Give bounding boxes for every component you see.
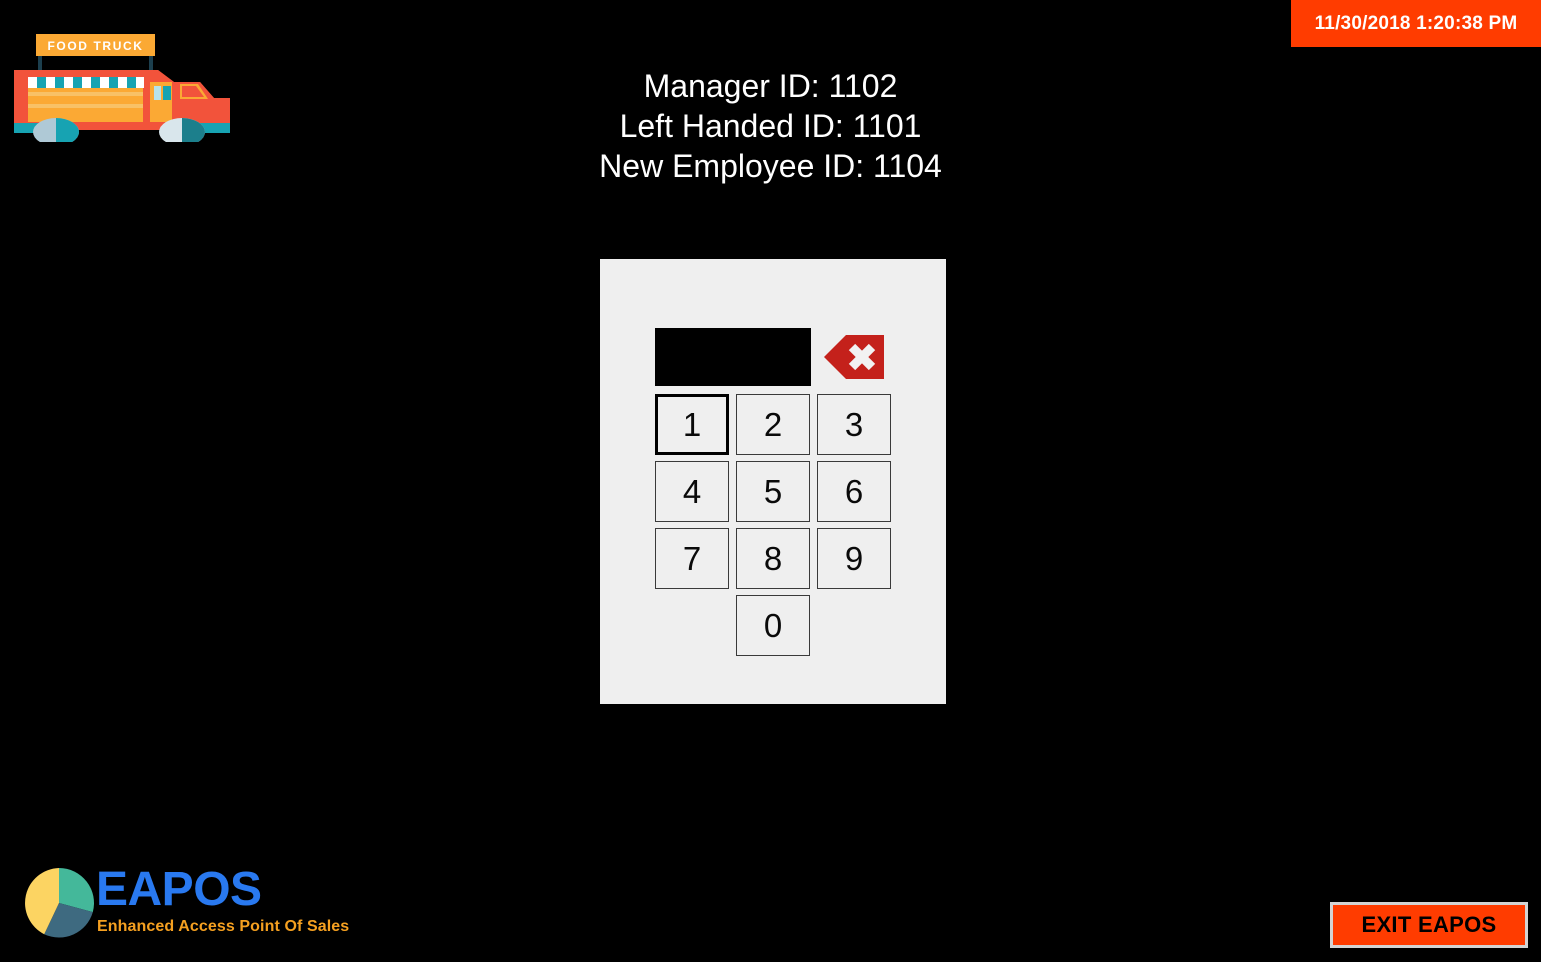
- keypad-key-2[interactable]: 2: [736, 394, 810, 455]
- keypad-key-5[interactable]: 5: [736, 461, 810, 522]
- backspace-icon[interactable]: [824, 335, 884, 379]
- exit-eapos-button[interactable]: EXIT EAPOS: [1330, 902, 1528, 948]
- keypad-key-8[interactable]: 8: [736, 528, 810, 589]
- keypad-key-3[interactable]: 3: [817, 394, 891, 455]
- datetime-banner: 11/30/2018 1:20:38 PM: [1291, 0, 1541, 47]
- eapos-tagline: Enhanced Access Point Of Sales: [97, 918, 350, 935]
- eapos-logo: EAPOS Enhanced Access Point Of Sales: [22, 862, 349, 948]
- new-employee-id-line: New Employee ID: 1104: [599, 148, 942, 184]
- keypad-key-1[interactable]: 1: [655, 394, 729, 455]
- pie-chart-icon: [22, 866, 96, 940]
- keypad-key-4[interactable]: 4: [655, 461, 729, 522]
- pin-display-input[interactable]: [655, 328, 811, 386]
- keypad-key-6[interactable]: 6: [817, 461, 891, 522]
- datetime-text: 11/30/2018 1:20:38 PM: [1314, 12, 1518, 34]
- keypad-key-7[interactable]: 7: [655, 528, 729, 589]
- eapos-wordmark: EAPOS: [96, 863, 262, 916]
- pin-entry-panel: 1 2 3 4 5 6 7 8 9 0: [600, 259, 946, 704]
- keypad-key-0[interactable]: 0: [736, 595, 810, 656]
- food-truck-icon: FOOD TRUCK: [8, 22, 240, 146]
- keypad-key-9[interactable]: 9: [817, 528, 891, 589]
- food-truck-sign-text: FOOD TRUCK: [48, 39, 144, 53]
